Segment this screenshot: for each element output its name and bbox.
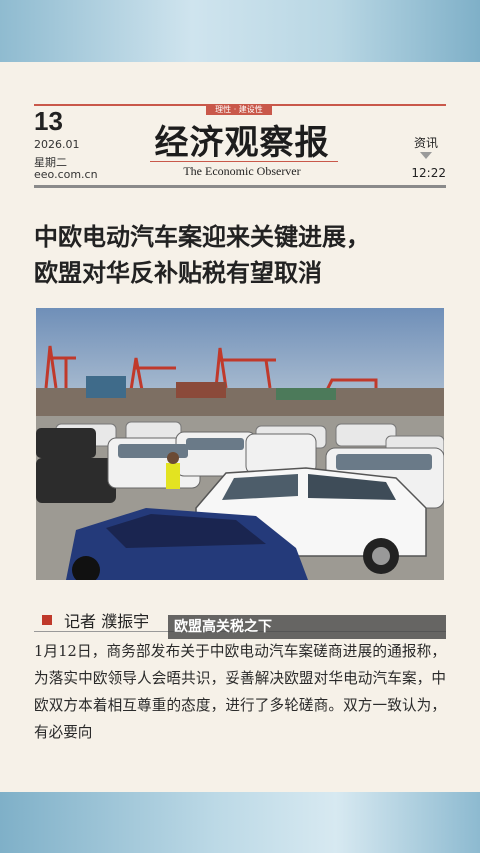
bottom-blurred-band: [0, 792, 480, 853]
video-caption: 欧盟高关税之下: [168, 615, 446, 639]
masthead-english-title: The Economic Observer: [183, 164, 301, 178]
masthead-bottom-rule: [34, 185, 446, 188]
top-blurred-band: [0, 0, 480, 62]
author-byline: 记者 濮振宇: [64, 612, 150, 631]
article-photo: [36, 308, 444, 580]
author-marker: [42, 615, 52, 625]
headline-line-2: 欧盟对华反补贴税有望取消: [34, 258, 322, 287]
port-cars-illustration: [36, 308, 444, 580]
article-body: 1月12日，商务部发布关于中欧电动汽车案磋商进展的通报称，为落实中欧领导人会晤共…: [34, 643, 446, 741]
section-label: 资讯: [413, 136, 438, 150]
headline-line-1: 中欧电动汽车案迎来关键进展，: [34, 222, 370, 251]
masthead-divider: [150, 161, 338, 162]
masthead-title: 经济观察报: [154, 123, 330, 163]
slogan-badge: 理性 · 建设性: [206, 105, 272, 115]
issue-date: 2026.01: [34, 138, 80, 151]
time-label: 12:22: [411, 166, 446, 180]
newspaper-page: 13 2026.01 星期二 eeo.com.cn 理性 · 建设性 经济观察报…: [0, 62, 480, 792]
issue-number: 13: [34, 106, 63, 136]
website-label: eeo.com.cn: [34, 168, 98, 181]
article-headline: 中欧电动汽车案迎来关键进展， 欧盟对华反补贴税有望取消: [34, 219, 446, 291]
triangle-down-icon: [420, 152, 432, 159]
